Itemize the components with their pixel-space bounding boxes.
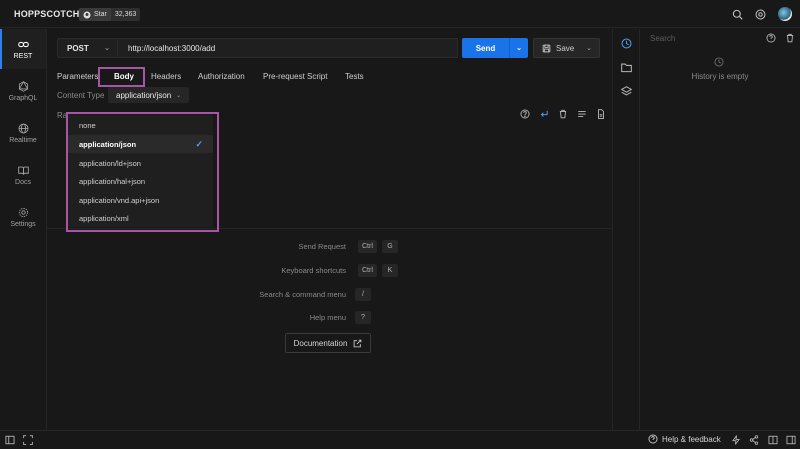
content-type-label: Content Type [57, 91, 105, 100]
tab-parameters[interactable]: Parameters [57, 72, 98, 81]
url-value: http://localhost:3000/add [128, 43, 216, 53]
sidebar-item-label: GraphQL [8, 94, 38, 102]
external-link-icon [354, 339, 362, 347]
documentation-label: Documentation [293, 338, 348, 348]
shortcut-label: Keyboard shortcuts [281, 266, 346, 275]
sidebar-item-label: Settings [10, 220, 36, 228]
save-button[interactable]: Save ⌄ [533, 38, 600, 58]
sidebar-item-graphql[interactable]: GraphQL [0, 71, 46, 111]
help-icon [648, 434, 658, 444]
shortcut-key: Ctrl [358, 240, 377, 253]
highlight-box-body-tab [98, 67, 145, 87]
github-star-badge[interactable]: Star 32,363 [79, 8, 141, 21]
sidebar-item-label: Docs [15, 178, 31, 186]
sidebar-item-label: Realtime [9, 136, 37, 144]
sidebar-item-label: REST [13, 52, 33, 60]
content-type-value: application/json [116, 90, 172, 100]
chevron-down-icon: ⌄ [104, 45, 110, 52]
toggle-sidebar-icon[interactable] [4, 434, 15, 445]
sidebar-item-settings[interactable]: Settings [0, 197, 46, 237]
lightning-icon[interactable] [730, 434, 741, 445]
help-icon[interactable] [765, 32, 777, 44]
empty-history-icon [714, 57, 724, 67]
left-nav-rail: REST GraphQL Realtime Docs Settings [0, 29, 47, 431]
content-type-select[interactable]: application/json ⌄ [108, 87, 189, 103]
shortcut-label: Search & command menu [259, 290, 346, 299]
raw-body-toolbar [520, 109, 606, 119]
sidebar-item-docs[interactable]: Docs [0, 155, 46, 195]
search-icon[interactable] [730, 7, 744, 21]
method-value: POST [67, 43, 89, 53]
support-icon[interactable] [753, 7, 767, 21]
sidebar-item-rest[interactable]: REST [0, 29, 46, 69]
help-feedback-label: Help & feedback [662, 434, 721, 444]
url-input[interactable]: http://localhost:3000/add [117, 38, 458, 58]
history-icon[interactable] [620, 37, 632, 49]
tab-headers[interactable]: Headers [151, 72, 181, 81]
history-search-input[interactable]: Search [650, 34, 760, 43]
shortcut-key: / [355, 288, 371, 301]
app-logo-text[interactable]: HOPPSCOTCH [14, 9, 80, 19]
tab-authorization[interactable]: Authorization [198, 72, 245, 81]
user-avatar[interactable] [778, 7, 792, 21]
github-icon [83, 11, 91, 18]
sidebar-item-realtime[interactable]: Realtime [0, 113, 46, 153]
save-icon [542, 44, 551, 52]
book-icon [17, 166, 29, 175]
trash-icon[interactable] [558, 109, 568, 119]
clear-history-icon[interactable] [784, 32, 796, 44]
shortcut-key: Ctrl [358, 264, 377, 277]
split-view-icon[interactable] [767, 434, 778, 445]
chevron-down-icon[interactable]: ⌄ [510, 44, 528, 52]
method-select[interactable]: POST ⌄ [57, 38, 117, 58]
send-label: Send [475, 43, 496, 53]
documentation-button[interactable]: Documentation [285, 333, 371, 353]
star-label: Star [94, 11, 107, 18]
shortcut-key: K [382, 264, 398, 277]
chevron-down-icon[interactable]: ⌄ [586, 44, 592, 52]
folder-icon[interactable] [620, 61, 632, 73]
chevron-down-icon: ⌄ [176, 92, 182, 99]
right-rail [613, 29, 640, 431]
help-feedback-button[interactable]: Help & feedback [648, 434, 721, 444]
wrap-lines-icon[interactable] [539, 109, 549, 119]
shortcut-key: G [382, 240, 398, 253]
share-icon[interactable] [748, 434, 759, 445]
tab-tests[interactable]: Tests [345, 72, 364, 81]
gear-icon [18, 207, 28, 217]
link-icon [17, 41, 29, 47]
shortcut-key: ? [355, 311, 371, 324]
prettify-icon[interactable] [577, 109, 587, 119]
layers-icon[interactable] [620, 85, 632, 97]
star-count: 32,363 [114, 11, 137, 18]
send-button[interactable]: Send ⌄ [462, 38, 528, 58]
tab-pre-request-script[interactable]: Pre-request Script [263, 72, 327, 81]
shortcut-label: Help menu [309, 313, 346, 322]
history-empty-text: History is empty [691, 72, 749, 81]
fullscreen-icon[interactable] [22, 434, 33, 445]
toggle-right-panel-icon[interactable] [785, 434, 796, 445]
shortcut-label: Send Request [298, 242, 346, 251]
graphql-icon [18, 80, 28, 92]
highlight-box-content-type-menu [66, 112, 219, 232]
import-file-icon[interactable] [596, 109, 606, 119]
globe-icon [18, 123, 28, 133]
save-label: Save [556, 43, 575, 53]
help-icon[interactable] [520, 109, 530, 119]
